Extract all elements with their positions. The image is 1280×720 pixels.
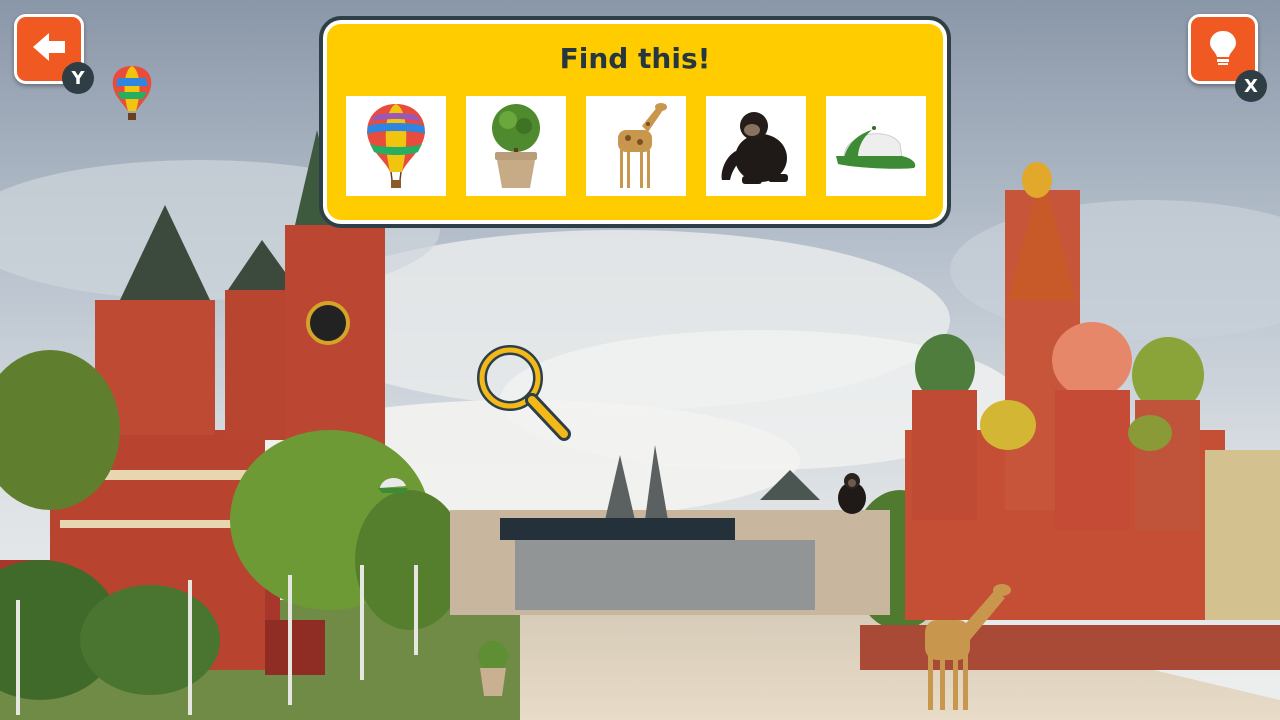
find-this-panel: Find this! bbox=[319, 16, 951, 228]
giraffe-icon bbox=[618, 103, 667, 188]
baseball-cap-icon bbox=[836, 126, 916, 169]
arrow-left-icon bbox=[29, 27, 69, 71]
target-card-baseball-cap[interactable] bbox=[826, 96, 926, 196]
hot-air-balloon-icon bbox=[367, 104, 425, 188]
chimpanzee-icon bbox=[721, 112, 788, 184]
target-card-hot-air-balloon[interactable] bbox=[346, 96, 446, 196]
potted-plant-icon bbox=[492, 104, 540, 188]
target-card-giraffe[interactable] bbox=[586, 96, 686, 196]
y-key-badge: Y bbox=[62, 62, 94, 94]
panel-title: Find this! bbox=[559, 42, 711, 75]
x-key-badge: X bbox=[1235, 70, 1267, 102]
target-card-potted-plant[interactable] bbox=[466, 96, 566, 196]
lightbulb-icon bbox=[1203, 27, 1243, 71]
target-card-chimpanzee[interactable] bbox=[706, 96, 806, 196]
